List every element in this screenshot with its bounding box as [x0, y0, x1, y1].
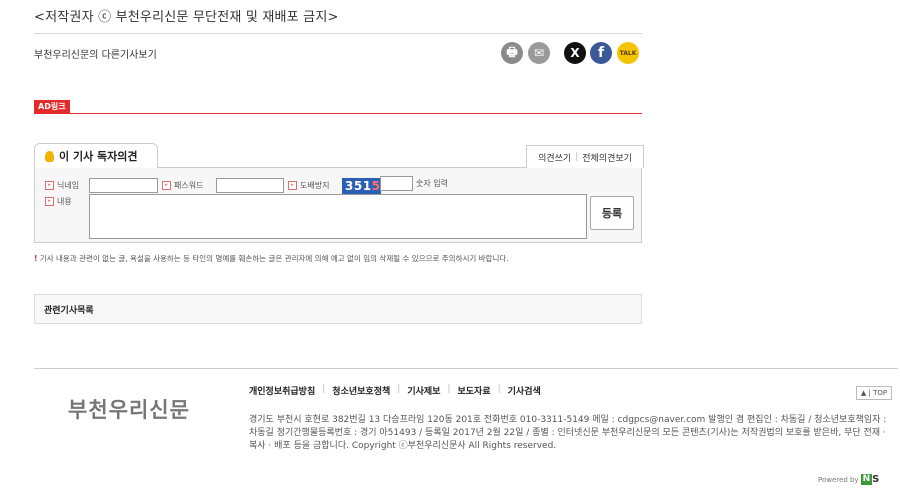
copyright-notice: <저작권자 ⓒ 부천우리신문 무단전재 및 재배포 금지>	[34, 10, 339, 25]
press-release-link[interactable]: 보도자료	[457, 384, 490, 397]
ns-logo-s: S	[872, 474, 880, 485]
print-icon: 🖶	[506, 44, 518, 59]
comments-tab-title: 이 기사 독자의견	[59, 150, 138, 163]
bullet-icon: ▸	[288, 181, 297, 190]
powered-by-label: Powered by	[818, 475, 859, 484]
privacy-policy-link[interactable]: 개인정보취급방침	[249, 384, 315, 397]
footer-divider	[34, 368, 898, 369]
related-articles-box	[34, 294, 642, 324]
bullet-icon: ▸	[162, 181, 171, 190]
spam-label: 도배방지	[300, 181, 330, 190]
footer-links: 개인정보취급방침 | 청소년보호정책 | 기사제보 | 보도자료 | 기사검색	[249, 384, 541, 397]
x-icon: X	[570, 46, 580, 60]
link-separator: |	[447, 384, 451, 394]
email-button[interactable]: ✉	[528, 42, 550, 64]
ns-logo: NS	[860, 474, 880, 485]
nickname-label: 닉네임	[57, 181, 80, 190]
related-articles-title: 관련기사목록	[44, 306, 94, 316]
divider	[34, 33, 642, 34]
captcha-image: 3515	[342, 178, 381, 194]
captcha-digits: 351	[345, 179, 372, 193]
warning-icon: !	[34, 254, 38, 263]
other-articles-link[interactable]: 부천우리신문의 다른기사보기	[34, 46, 157, 61]
ad-divider	[34, 113, 642, 114]
facebook-icon: f	[597, 45, 605, 61]
password-input[interactable]	[216, 178, 284, 193]
top-button[interactable]: ▲ | TOP	[856, 386, 892, 400]
nickname-input[interactable]	[89, 178, 158, 193]
footer-logo[interactable]: 부천우리신문	[68, 394, 190, 424]
write-comment-link[interactable]: 의견쓰기	[538, 151, 571, 164]
article-search-link[interactable]: 기사검색	[508, 384, 541, 397]
link-separator: |	[575, 152, 579, 162]
bullet-icon: ▸	[45, 197, 54, 206]
powered-by: Powered by NS	[818, 474, 879, 485]
footer-info: 경기도 부천시 호현로 382번길 13 다승프라임 120동 201호 전화번…	[249, 415, 887, 451]
print-button[interactable]: 🖶	[501, 42, 523, 64]
x-share-button[interactable]: X	[564, 42, 586, 64]
ad-badge: AD링크	[34, 100, 70, 113]
captcha-hint: 숫자 입력	[416, 179, 448, 188]
content-label: 내용	[57, 197, 72, 206]
link-separator: |	[497, 384, 501, 394]
comment-links: 의견쓰기 | 전체의견보기	[526, 145, 644, 168]
email-icon: ✉	[533, 46, 545, 60]
youth-policy-link[interactable]: 청소년보호정책	[332, 384, 390, 397]
tip-link[interactable]: 기사제보	[407, 384, 440, 397]
notice-text: 기사 내용과 관련이 없는 글, 욕설을 사용하는 등 타인의 명예를 훼손하는…	[39, 254, 509, 263]
comment-textarea[interactable]	[89, 194, 587, 239]
link-separator: |	[322, 384, 326, 394]
view-all-comments-link[interactable]: 전체의견보기	[582, 151, 632, 164]
kakaotalk-share-button[interactable]: TALK	[617, 42, 639, 64]
submit-button[interactable]: 등록	[590, 196, 634, 230]
captcha-input[interactable]	[380, 176, 413, 191]
bulb-icon	[45, 150, 54, 162]
kakaotalk-icon: TALK	[619, 49, 637, 57]
link-separator: |	[397, 384, 401, 394]
comments-tab[interactable]: 이 기사 독자의견	[34, 143, 158, 168]
facebook-share-button[interactable]: f	[590, 42, 612, 64]
password-label: 패스워드	[174, 181, 204, 190]
ns-logo-n: N	[860, 474, 873, 485]
comment-notice: ! 기사 내용과 관련이 없는 글, 욕설을 사용하는 등 타인의 명예를 훼손…	[34, 253, 509, 264]
bullet-icon: ▸	[45, 181, 54, 190]
